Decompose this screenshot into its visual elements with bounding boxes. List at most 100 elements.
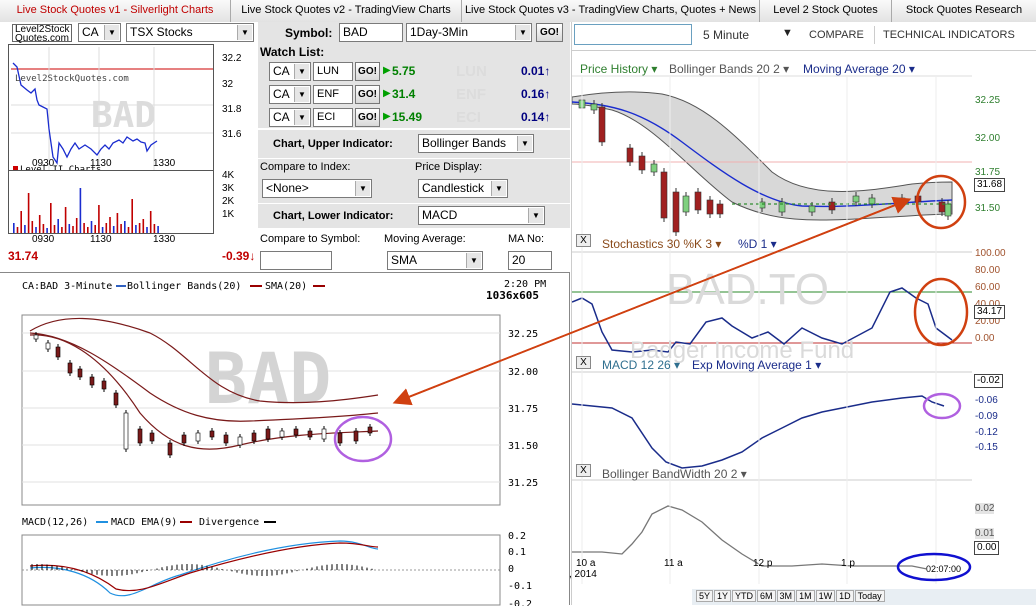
watchlist-market-select[interactable]: CA: [269, 62, 311, 81]
arrow-up-icon: ↑: [544, 110, 551, 124]
right-candle-body: [660, 171, 668, 219]
watchlist-ticker-watermark: ENF: [456, 86, 486, 103]
top-tab-bar: Live Stock Quotes v1 - Silverlight Chart…: [0, 0, 1036, 22]
close-icon[interactable]: X: [576, 356, 591, 369]
volume-bar: [24, 225, 26, 233]
price-pane-title-2[interactable]: Bollinger Bands 20 2 ▾: [669, 62, 789, 76]
moving-average-select[interactable]: SMA: [387, 251, 483, 270]
watchlist-go-button[interactable]: GO!: [355, 85, 380, 104]
watchlist-symbol-input[interactable]: ENF: [313, 85, 353, 104]
macd-pane-title-1[interactable]: MACD 12 26 ▾: [602, 358, 680, 372]
volume-bar: [64, 207, 67, 233]
site-logo[interactable]: Level2Stock Quotes.com: [12, 24, 72, 44]
main-legend-bb: Bollinger Bands(20): [127, 281, 241, 292]
watchlist-symbol-input[interactable]: LUN: [313, 62, 353, 81]
range-button-1d[interactable]: 1D: [836, 590, 854, 602]
right-candle-body: [898, 197, 906, 203]
arrow-up-icon: ↑: [544, 64, 551, 78]
range-button-1w[interactable]: 1W: [815, 590, 836, 602]
range-button-ytd[interactable]: YTD: [732, 590, 757, 602]
volume-bar: [46, 228, 48, 233]
volume-bar: [72, 226, 74, 233]
main-watermark: BAD: [205, 338, 331, 420]
close-icon[interactable]: X: [576, 234, 591, 247]
right-candle-body: [672, 191, 680, 233]
volume-bar: [79, 188, 82, 233]
watchlist-go-button[interactable]: GO!: [355, 108, 380, 127]
bbw-pane-title[interactable]: Bollinger BandWidth 20 2 ▾: [602, 467, 747, 481]
volume-bar: [127, 227, 130, 233]
interval-select[interactable]: 5 Minute: [703, 28, 749, 42]
volume-bar: [153, 224, 156, 233]
compare-symbol-input[interactable]: [260, 251, 332, 270]
macd-series: [22, 540, 500, 597]
price-pane-title-1[interactable]: Price History ▾: [580, 62, 657, 76]
watchlist-market-select[interactable]: CA: [269, 85, 311, 104]
candle-body: [223, 434, 229, 444]
tab-tradingview-charts[interactable]: Live Stock Quotes v2 - TradingView Chart…: [231, 0, 462, 22]
watchlist-symbol-input[interactable]: ECI: [313, 108, 353, 127]
price-last-value: 31.68: [974, 178, 1006, 192]
watchlist-change-value: 0.01: [521, 64, 545, 78]
macd-y-label: 0.2: [508, 531, 526, 542]
range-button-today[interactable]: Today: [854, 590, 885, 602]
watchlist-change: 0.14↑: [521, 110, 550, 124]
volume-bar: [83, 223, 85, 233]
stoch-pane-title-1[interactable]: Stochastics 30 %K 3 ▾: [602, 237, 721, 251]
macd-y-label: -0.1: [508, 581, 532, 592]
volume-bar: [138, 223, 141, 233]
candle-body: [321, 428, 327, 440]
range-button-3m[interactable]: 3M: [776, 590, 796, 602]
right-candle-body: [638, 155, 646, 171]
watchlist-ticker-watermark: LUN: [456, 63, 487, 80]
right-search-input[interactable]: [574, 24, 692, 45]
watchlist-go-button[interactable]: GO!: [355, 62, 380, 81]
upper-indicator-select[interactable]: Bollinger Bands: [418, 134, 534, 153]
candle-body: [307, 430, 313, 438]
range-button-6m[interactable]: 6M: [757, 590, 776, 602]
play-icon: ▶: [383, 111, 391, 122]
stoch-y-label: 80.00: [975, 265, 1001, 276]
volume-bar: [68, 224, 71, 233]
market-select[interactable]: CA: [78, 23, 121, 42]
range-button-5y[interactable]: 5Y: [696, 590, 714, 602]
tab-level2-quotes[interactable]: Level 2 Stock Quotes: [760, 0, 892, 22]
price-display-value: Candlestick: [422, 181, 485, 195]
symbol-go-button[interactable]: GO!: [536, 23, 563, 42]
candle-body: [195, 432, 201, 442]
tab-silverlight-charts[interactable]: Live Stock Quotes v1 - Silverlight Chart…: [0, 0, 231, 22]
annotation-circle-purple: [333, 415, 393, 463]
chevron-down-icon[interactable]: ▼: [782, 27, 793, 39]
macd-y-label: 0.1: [508, 547, 526, 558]
compare-index-select[interactable]: <None>: [262, 179, 372, 198]
close-icon[interactable]: X: [576, 464, 591, 477]
macd-pane-title-2[interactable]: Exp Moving Average 1 ▾: [692, 358, 821, 372]
ma-no-input[interactable]: 20: [508, 251, 552, 270]
lower-indicator-select[interactable]: MACD: [418, 206, 545, 225]
main-legend-sma: SMA(20): [265, 281, 307, 292]
tab-tradingview-quotes-news[interactable]: Live Stock Quotes v3 - TradingView Chart…: [462, 0, 760, 22]
watchlist-market-select[interactable]: CA: [269, 108, 311, 127]
compare-button[interactable]: COMPARE: [809, 29, 864, 41]
symbol-input[interactable]: BAD: [339, 23, 403, 42]
tab-stock-research[interactable]: Stock Quotes Research: [892, 0, 1036, 22]
period-select[interactable]: 1Day-3Min: [406, 23, 532, 42]
right-chart-svg: [572, 75, 972, 584]
technical-indicators-button[interactable]: TECHNICAL INDICATORS: [883, 29, 1015, 41]
volume-bar: [50, 203, 52, 233]
play-icon: ▶: [383, 65, 391, 76]
moving-average-value: SMA: [391, 253, 418, 267]
exchange-select[interactable]: TSX Stocks: [126, 23, 254, 42]
vol-x-label: 0930: [32, 234, 55, 245]
range-button-1m[interactable]: 1M: [796, 590, 815, 602]
candle-body: [337, 432, 343, 444]
price-display-select[interactable]: Candlestick: [418, 179, 508, 198]
candle-body: [279, 430, 285, 438]
stoch-pane-title-2[interactable]: %D 1 ▾: [738, 237, 777, 251]
lower-indicator-label: Chart, Lower Indicator:: [273, 210, 394, 222]
mini-y-label: 31.6: [222, 129, 242, 140]
price-pane-title-3[interactable]: Moving Average 20 ▾: [803, 62, 915, 76]
range-button-1y[interactable]: 1Y: [714, 590, 732, 602]
moving-average-label: Moving Average:: [384, 233, 466, 245]
right-macd-line: [572, 395, 945, 469]
